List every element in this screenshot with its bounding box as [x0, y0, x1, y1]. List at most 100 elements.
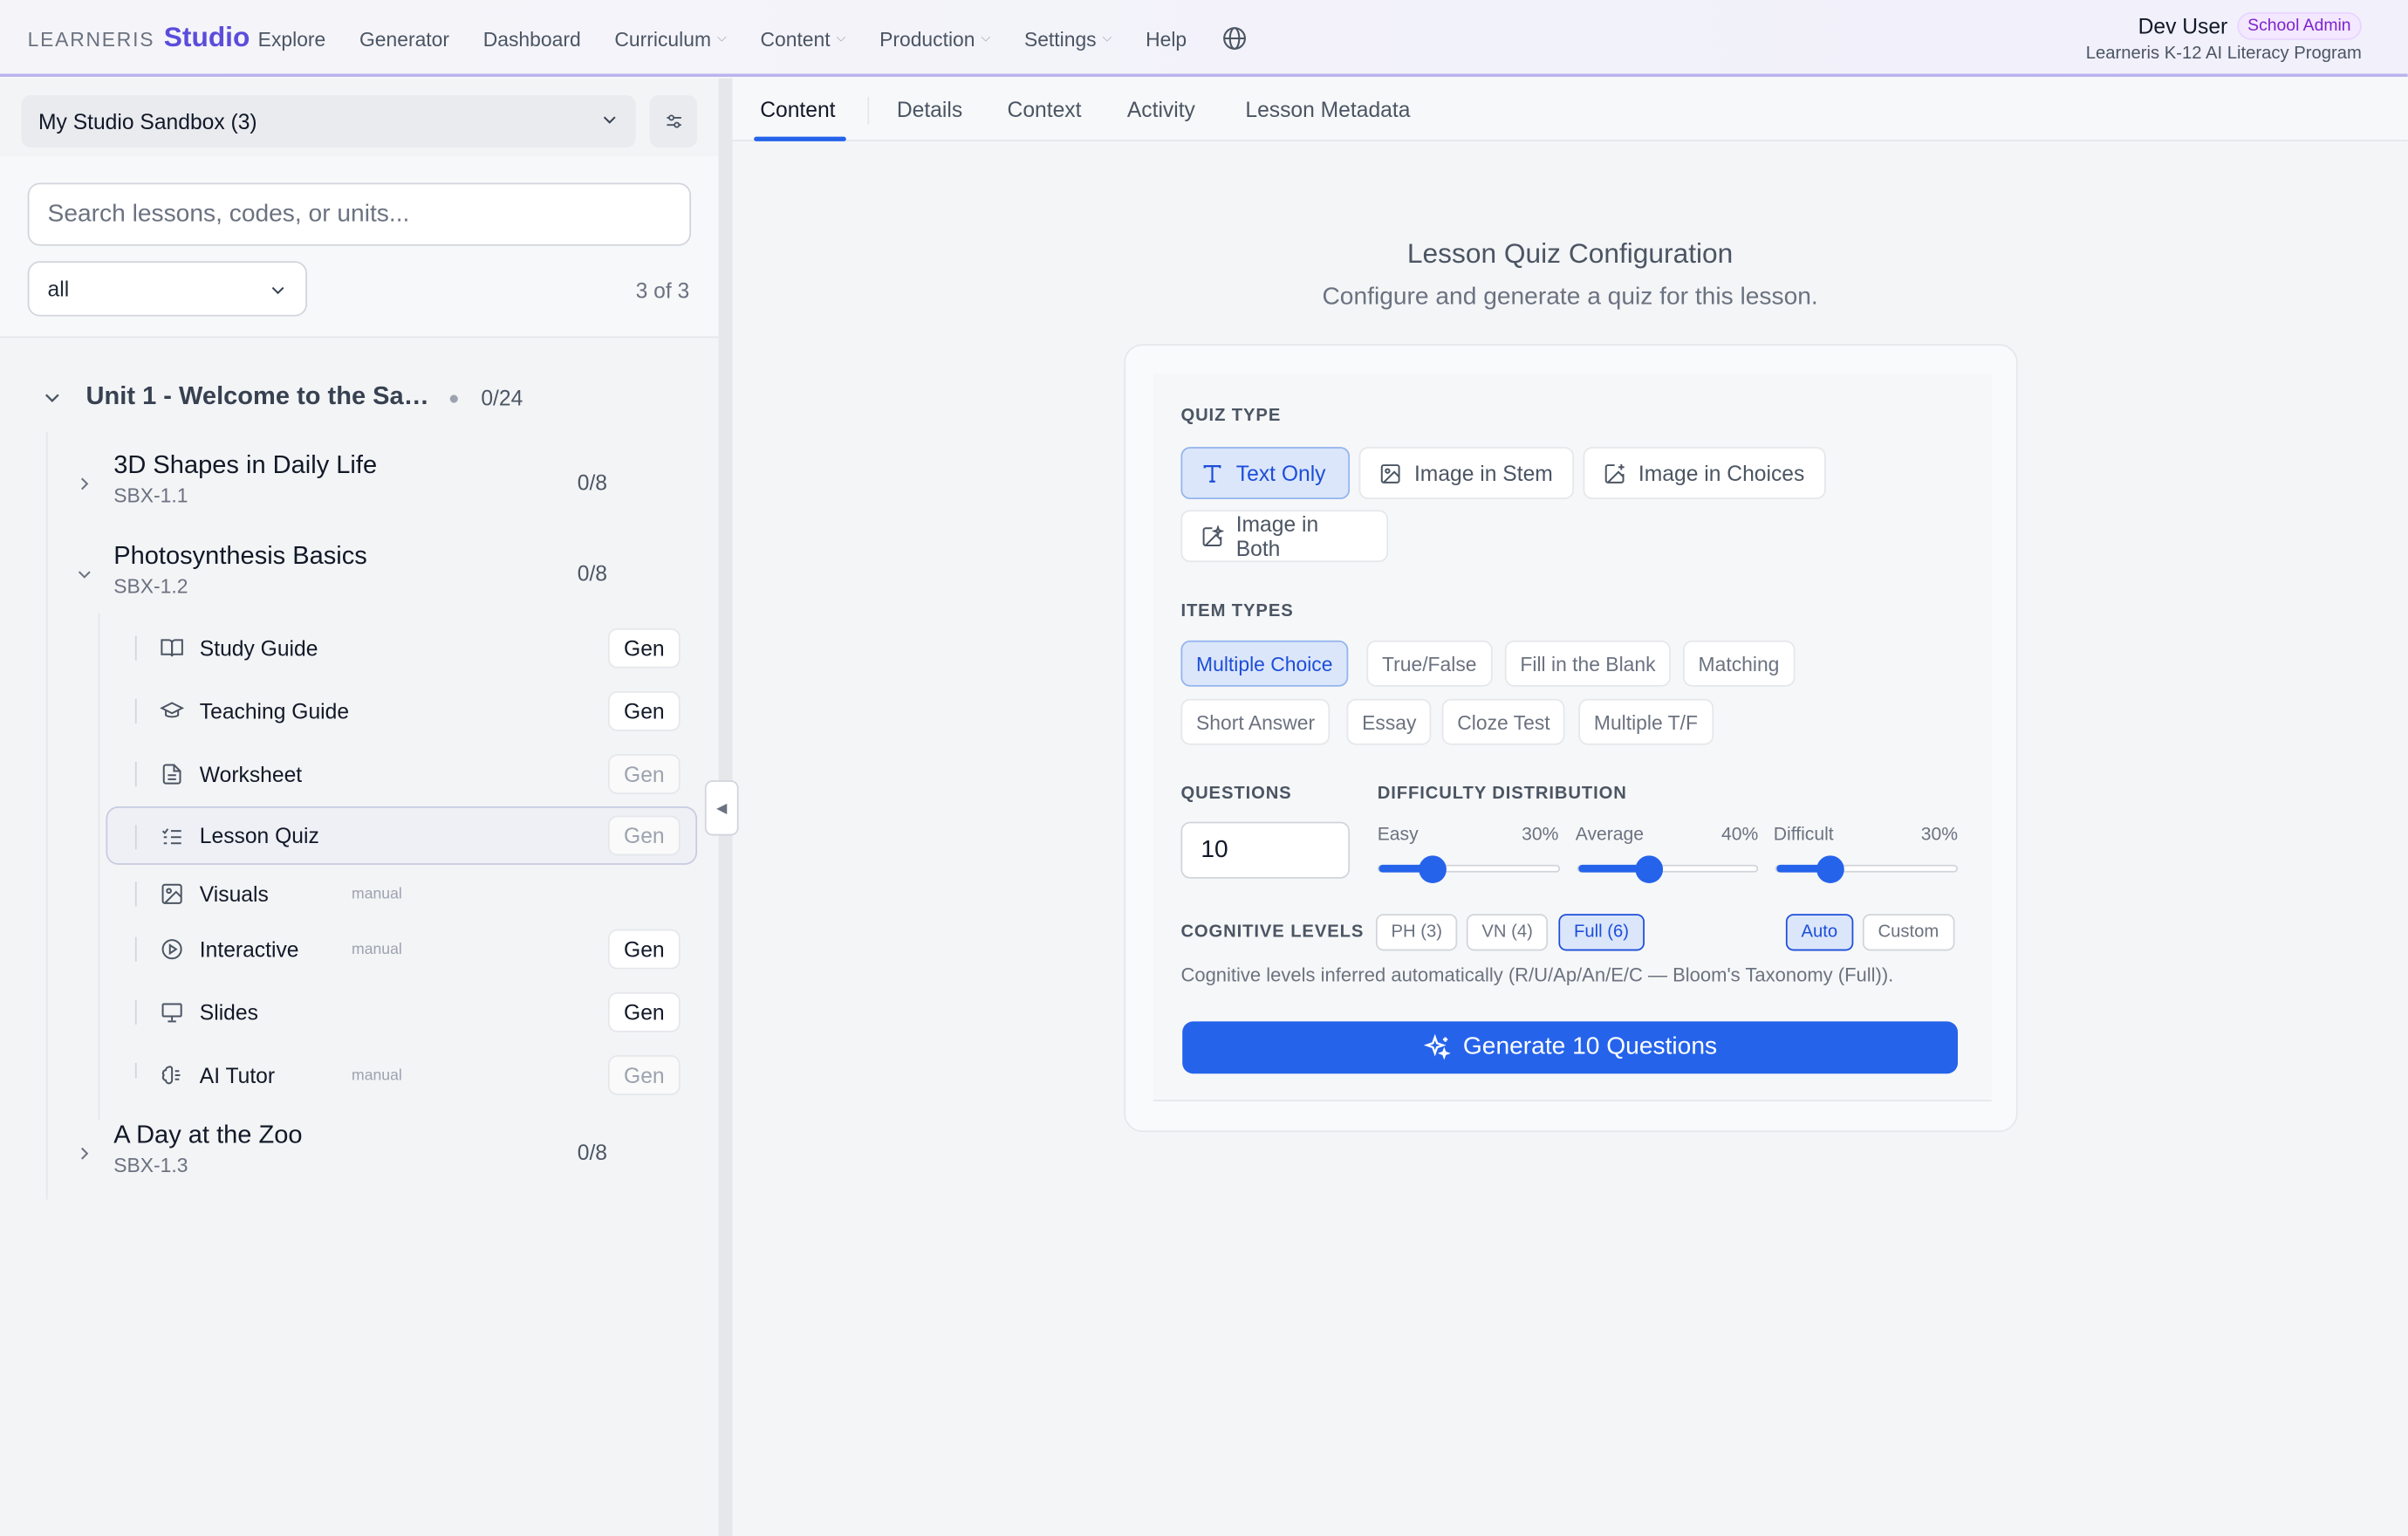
quiz-type-image-in-stem[interactable]: Image in Stem	[1358, 447, 1574, 499]
questions-count-input[interactable]	[1180, 821, 1351, 879]
graduation-cap-icon	[160, 702, 185, 718]
material-study-guide[interactable]: Study Guide Gen	[107, 619, 699, 677]
difficulty-average-slider[interactable]	[1577, 855, 1759, 883]
gen-button[interactable]: Gen	[607, 991, 681, 1032]
chevron-down-icon	[44, 393, 59, 402]
nav-dashboard[interactable]: Dashboard	[483, 27, 581, 50]
lesson-row-2[interactable]: Photosynthesis Basics SBX-1.2 0/8	[73, 542, 607, 598]
difficulty-label: DIFFICULTY DISTRIBUTION	[1377, 785, 1627, 804]
gen-button[interactable]: Gen	[607, 815, 681, 856]
item-type-essay[interactable]: Essay	[1346, 698, 1433, 745]
material-visuals[interactable]: Visuals manual	[107, 865, 699, 923]
nav-curriculum[interactable]: Curriculum ⌵	[614, 27, 726, 50]
sidebar: My Studio Sandbox (3) all 3 of 3 Unit 1 …	[0, 78, 719, 1536]
material-ai-tutor[interactable]: AI Tutor manual Gen	[107, 1046, 699, 1105]
nav-help[interactable]: Help	[1146, 27, 1187, 50]
gen-button[interactable]: Gen	[607, 691, 681, 731]
nav-content[interactable]: Content ⌵	[760, 27, 845, 50]
quiz-type-text-only[interactable]: Text Only	[1180, 447, 1351, 499]
material-label: Study Guide	[199, 635, 318, 661]
status-filter-select[interactable]: all	[27, 261, 308, 317]
tab-content[interactable]: Content	[760, 97, 835, 121]
material-label: AI Tutor	[199, 1062, 276, 1088]
material-worksheet[interactable]: Worksheet Gen	[107, 745, 699, 804]
nav-curriculum-label: Curriculum	[614, 26, 712, 51]
material-slides[interactable]: Slides Gen	[107, 983, 699, 1041]
item-type-cloze-test[interactable]: Cloze Test	[1441, 698, 1566, 745]
nav-settings[interactable]: Settings ⌵	[1024, 27, 1112, 50]
lesson-row-3[interactable]: A Day at the Zoo SBX-1.3 0/8	[73, 1121, 607, 1176]
quiz-type-label-text: Image in Choices	[1638, 461, 1805, 486]
gen-button[interactable]: Gen	[607, 929, 681, 970]
sandbox-label: My Studio Sandbox (3)	[38, 108, 257, 134]
brain-icon	[161, 1066, 181, 1085]
unit-title: Unit 1 - Welcome to the San...	[86, 382, 436, 410]
tab-lesson-metadata[interactable]: Lesson Metadata	[1245, 97, 1410, 121]
generate-questions-button[interactable]: Generate 10 Questions	[1182, 1021, 1958, 1074]
slider-thumb[interactable]	[1816, 855, 1844, 883]
chevron-down-icon: ⌵	[717, 31, 727, 45]
gen-button[interactable]: Gen	[607, 627, 681, 669]
brand-logo[interactable]: LEARNERIS Studio	[28, 22, 250, 54]
item-type-fill-in-blank[interactable]: Fill in the Blank	[1504, 640, 1672, 687]
material-teaching-guide[interactable]: Teaching Guide Gen	[107, 682, 699, 740]
collapse-sidebar-button[interactable]: ◀	[704, 780, 739, 836]
brand-small-text: LEARNERIS	[27, 27, 155, 51]
cognitive-full-option[interactable]: Full (6)	[1558, 914, 1645, 951]
search-input[interactable]	[27, 182, 692, 246]
tab-details[interactable]: Details	[897, 97, 962, 121]
result-count: 3 of 3	[635, 278, 690, 303]
sandbox-select[interactable]: My Studio Sandbox (3)	[21, 95, 636, 147]
material-label: Teaching Guide	[199, 698, 350, 723]
mode-custom-option[interactable]: Custom	[1862, 914, 1954, 951]
quiz-type-image-in-both[interactable]: Image in Both	[1180, 510, 1389, 563]
nav-content-label: Content	[760, 26, 831, 51]
nav-production[interactable]: Production ⌵	[879, 27, 990, 50]
main-nav: Explore Generator Dashboard Curriculum ⌵ …	[258, 0, 1248, 77]
slider-thumb[interactable]	[1636, 855, 1664, 883]
cognitive-ph-option[interactable]: PH (3)	[1375, 914, 1458, 951]
main-panel: Content Details Context Activity Lesson …	[732, 78, 2408, 1536]
tab-activity[interactable]: Activity	[1127, 97, 1195, 121]
role-badge: School Admin	[2236, 12, 2362, 40]
filter-settings-button[interactable]	[649, 95, 698, 147]
item-type-multiple-tf[interactable]: Multiple T/F	[1578, 698, 1714, 745]
material-label: Slides	[199, 999, 258, 1025]
difficulty-difficult-label: Difficult	[1773, 823, 1834, 845]
nav-settings-label: Settings	[1023, 26, 1097, 51]
unit-row[interactable]: Unit 1 - Welcome to the San... ● 0/24	[40, 382, 523, 411]
unit-progress: 0/24	[481, 384, 523, 410]
lesson-row-1[interactable]: 3D Shapes in Daily Life SBX-1.1 0/8	[73, 451, 607, 507]
mode-auto-option[interactable]: Auto	[1785, 914, 1853, 951]
item-type-short-answer[interactable]: Short Answer	[1180, 698, 1331, 745]
user-area[interactable]: Dev User School Admin Learneris K-12 AI …	[2086, 12, 2362, 63]
difficulty-difficult-slider[interactable]	[1775, 855, 1958, 883]
lesson-progress: 0/8	[577, 1139, 608, 1165]
gen-button[interactable]: Gen	[607, 1055, 681, 1095]
item-types-label: ITEM TYPES	[1180, 601, 1294, 621]
quiz-type-image-in-choices[interactable]: Image in Choices	[1583, 447, 1826, 499]
image-plus-icon	[1604, 463, 1625, 483]
item-type-true-false[interactable]: True/False	[1366, 640, 1493, 687]
questions-label: QUESTIONS	[1180, 785, 1292, 804]
text-icon	[1203, 464, 1221, 482]
slider-thumb[interactable]	[1419, 855, 1447, 883]
material-interactive[interactable]: Interactive manual Gen	[107, 920, 699, 978]
status-filter-value: all	[47, 276, 70, 301]
chevron-down-icon	[271, 286, 284, 295]
cognitive-vn-option[interactable]: VN (4)	[1466, 914, 1549, 951]
globe-icon[interactable]	[1221, 24, 1248, 52]
quiz-type-label-text: Image in Stem	[1413, 461, 1553, 486]
materials-line	[98, 613, 100, 1121]
nav-generator[interactable]: Generator	[359, 27, 449, 50]
difficulty-easy-value: 30%	[1522, 823, 1559, 845]
gen-button[interactable]: Gen	[607, 754, 681, 794]
tab-context[interactable]: Context	[1008, 97, 1082, 121]
nav-explore[interactable]: Explore	[258, 27, 326, 50]
item-type-matching[interactable]: Matching	[1682, 640, 1795, 687]
lesson-code: SBX-1.2	[113, 574, 188, 598]
difficulty-easy-slider[interactable]	[1377, 855, 1561, 883]
sparkles-icon	[1423, 1033, 1451, 1060]
material-lesson-quiz[interactable]: Lesson Quiz Gen	[106, 806, 698, 865]
item-type-multiple-choice[interactable]: Multiple Choice	[1180, 640, 1349, 687]
